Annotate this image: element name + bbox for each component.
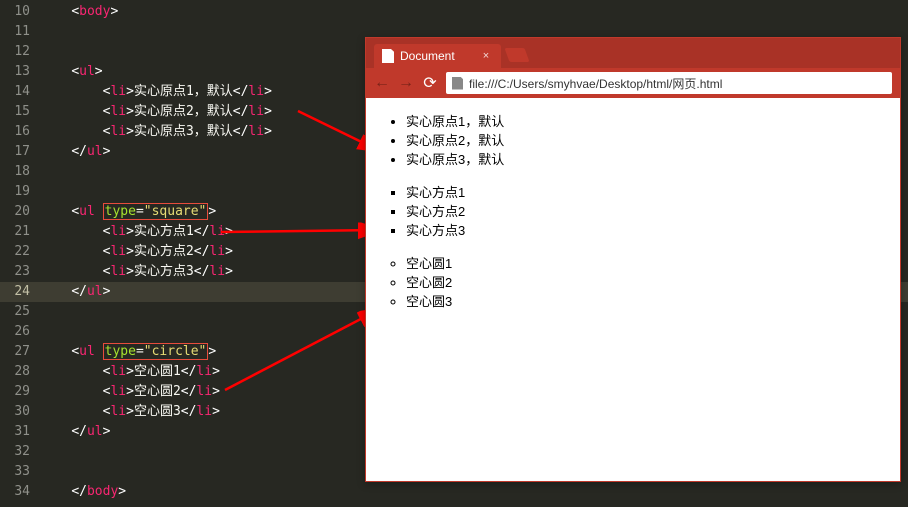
list-item: 实心原点1，默认 xyxy=(406,112,900,131)
tab-title: Document xyxy=(400,49,455,63)
rendered-list-disc: 实心原点1，默认实心原点2，默认实心原点3，默认 xyxy=(366,112,900,169)
list-item: 空心圆3 xyxy=(406,292,900,311)
new-tab-button[interactable] xyxy=(505,48,530,62)
url-text: file:///C:/Users/smyhvae/Desktop/html/网页… xyxy=(469,75,722,92)
browser-tab[interactable]: Document × xyxy=(374,44,501,68)
browser-toolbar: ← → ⟳ file:///C:/Users/smyhvae/Desktop/h… xyxy=(366,68,900,98)
rendered-list-square: 实心方点1实心方点2实心方点3 xyxy=(366,183,900,240)
list-item: 实心原点2，默认 xyxy=(406,131,900,150)
browser-page-content: 实心原点1，默认实心原点2，默认实心原点3，默认实心方点1实心方点2实心方点3空… xyxy=(366,98,900,311)
page-icon xyxy=(452,77,463,90)
list-item: 空心圆2 xyxy=(406,273,900,292)
list-item: 实心原点3，默认 xyxy=(406,150,900,169)
browser-tabstrip: Document × xyxy=(366,38,900,68)
list-item: 实心方点1 xyxy=(406,183,900,202)
back-button[interactable]: ← xyxy=(374,74,390,92)
tab-close-icon[interactable]: × xyxy=(483,50,489,62)
rendered-list-circle: 空心圆1空心圆2空心圆3 xyxy=(366,254,900,311)
list-item: 空心圆1 xyxy=(406,254,900,273)
list-item: 实心方点3 xyxy=(406,221,900,240)
page-favicon-icon xyxy=(382,49,394,63)
list-item: 实心方点2 xyxy=(406,202,900,221)
reload-button[interactable]: ⟳ xyxy=(422,73,438,93)
address-bar[interactable]: file:///C:/Users/smyhvae/Desktop/html/网页… xyxy=(446,72,892,94)
forward-button[interactable]: → xyxy=(398,74,414,92)
browser-window: Document × ← → ⟳ file:///C:/Users/smyhva… xyxy=(365,37,901,482)
